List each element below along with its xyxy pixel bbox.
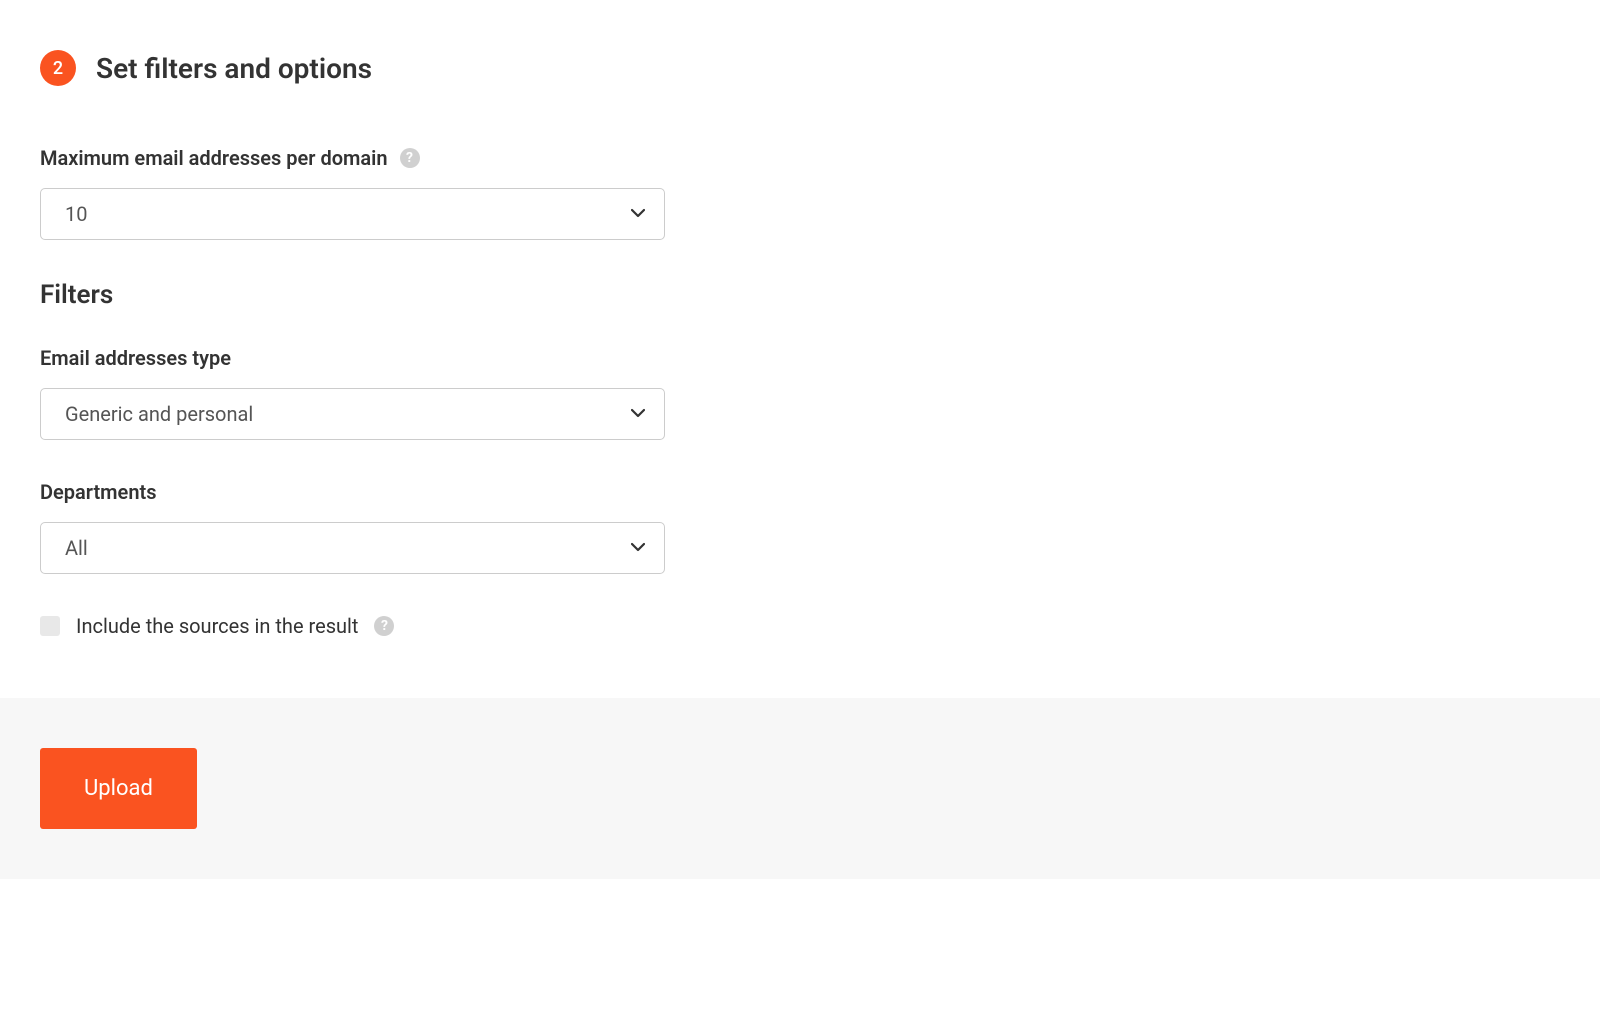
step-title: Set filters and options xyxy=(96,52,372,85)
departments-select[interactable]: All xyxy=(40,522,665,574)
max-emails-select[interactable]: 10 xyxy=(40,188,665,240)
include-sources-row: Include the sources in the result ? xyxy=(40,614,1560,638)
help-icon[interactable]: ? xyxy=(400,148,420,168)
max-emails-label: Maximum email addresses per domain ? xyxy=(40,146,665,170)
email-type-field: Email addresses type Generic and persona… xyxy=(40,346,665,440)
max-emails-select-wrapper: 10 xyxy=(40,188,665,240)
departments-select-wrapper: All xyxy=(40,522,665,574)
footer-bar: Upload xyxy=(0,698,1600,879)
max-emails-label-text: Maximum email addresses per domain xyxy=(40,146,388,170)
step-header: 2 Set filters and options xyxy=(40,50,1560,86)
filters-heading: Filters xyxy=(40,280,1560,310)
email-type-select[interactable]: Generic and personal xyxy=(40,388,665,440)
email-type-select-wrapper: Generic and personal xyxy=(40,388,665,440)
help-icon[interactable]: ? xyxy=(374,616,394,636)
include-sources-checkbox[interactable] xyxy=(40,616,60,636)
upload-button[interactable]: Upload xyxy=(40,748,197,829)
max-emails-field: Maximum email addresses per domain ? 10 xyxy=(40,146,665,240)
departments-field: Departments All xyxy=(40,480,665,574)
step-number-text: 2 xyxy=(53,58,63,79)
step-number-badge: 2 xyxy=(40,50,76,86)
email-type-label-text: Email addresses type xyxy=(40,346,231,370)
departments-label: Departments xyxy=(40,480,665,504)
include-sources-label[interactable]: Include the sources in the result xyxy=(76,614,358,638)
departments-label-text: Departments xyxy=(40,480,157,504)
email-type-label: Email addresses type xyxy=(40,346,665,370)
